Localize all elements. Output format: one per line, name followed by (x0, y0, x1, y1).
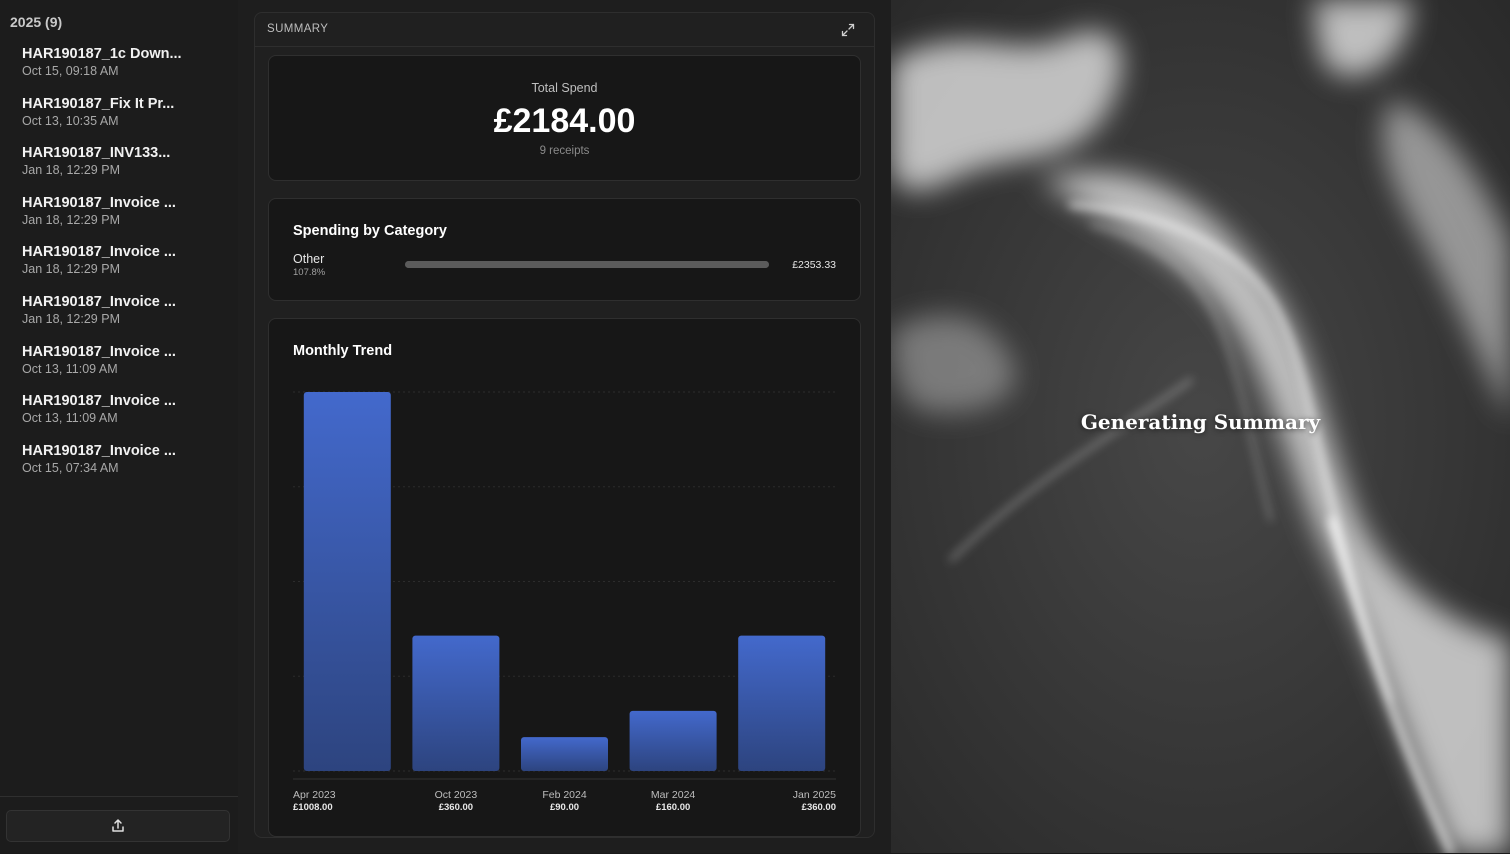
receipt-date: Oct 13, 11:09 AM (22, 361, 118, 376)
receipt-count: 9 receipts (539, 145, 590, 157)
bar-value-label: £90.00 (550, 802, 579, 813)
total-spend-value: £2184.00 (493, 102, 636, 140)
generating-panel: Generating Summary (891, 0, 1510, 853)
category-percent: 107.8% (293, 267, 326, 278)
receipt-name: HAR190187_Invoice ... (22, 393, 176, 410)
receipt-date: Jan 18, 12:29 PM (22, 311, 120, 326)
upload-icon (112, 819, 124, 832)
x-tick-label: Oct 2023 (435, 789, 478, 801)
total-spend-card: Total Spend £2184.00 9 receipts (268, 55, 861, 181)
receipt-name: HAR190187_Invoice ... (22, 442, 176, 459)
receipt-list: HAR190187_1c Down... Oct 15, 09:18 AM HAR1… (22, 45, 232, 491)
total-spend-label: Total Spend (531, 81, 598, 95)
receipt-list-item[interactable]: HAR190187_1c Down... Oct 15, 09:18 AM (22, 45, 232, 95)
expand-icon[interactable] (840, 22, 856, 38)
upload-button[interactable] (6, 810, 230, 842)
receipt-list-item[interactable]: HAR190187_Invoice ... Oct 13, 11:09 AM (22, 343, 232, 393)
receipt-name: HAR190187_Invoice ... (22, 244, 176, 261)
x-tick-label: Mar 2024 (651, 789, 696, 801)
category-amount: £2353.33 (792, 259, 836, 271)
sidebar-footer (0, 796, 238, 854)
x-tick-label: Feb 2024 (542, 789, 587, 801)
spending-by-category-card: Spending by Category Other 107.8% £2353.… (268, 198, 861, 301)
receipt-date: Oct 15, 09:18 AM (22, 64, 119, 78)
receipt-list-item[interactable]: HAR190187_Invoice ... Jan 18, 12:29 PM (22, 243, 232, 293)
receipt-date: Oct 13, 10:35 AM (22, 113, 119, 128)
receipt-name: HAR190187_Fix It Pr... (22, 95, 175, 112)
monthly-trend-chart: Apr 2023£1008.00Oct 2023£360.00Feb 2024£… (293, 391, 836, 813)
category-bar-track (405, 261, 769, 268)
category-name: Other (293, 252, 325, 266)
summary-header: SUMMARY (255, 13, 874, 47)
year-group-header[interactable]: 2025 (9) (10, 14, 62, 30)
receipt-list-item[interactable]: HAR190187_Fix It Pr... Oct 13, 10:35 AM (22, 95, 232, 145)
receipt-date: Oct 15, 07:34 AM (22, 460, 119, 475)
receipt-list-item[interactable]: HAR190187_Invoice ... Oct 15, 07:34 AM (22, 442, 232, 492)
summary-panel: SUMMARY Total Spend £2184.00 9 receipts … (254, 12, 875, 838)
bar-value-label: £360.00 (439, 802, 473, 813)
receipt-name: HAR190187_Invoice ... (22, 194, 176, 211)
receipt-name: HAR190187_Invoice ... (22, 293, 176, 310)
receipt-list-item[interactable]: HAR190187_Invoice ... Oct 13, 11:09 AM (22, 392, 232, 442)
trend-bar[interactable] (412, 635, 500, 771)
bar-value-label: £360.00 (802, 802, 836, 813)
receipt-name: HAR190187_Invoice ... (22, 343, 176, 360)
monthly-trend-card: Monthly Trend Apr 2023 £1008.00 Oct 2023 £3… (268, 318, 861, 837)
trend-bar[interactable] (629, 710, 717, 771)
x-tick-label: Apr 2023 (293, 789, 336, 801)
receipt-name: HAR190187_INV133... (22, 145, 171, 162)
receipt-date: Jan 18, 12:29 PM (22, 212, 120, 227)
x-tick-label: Jan 2025 (793, 789, 836, 801)
receipt-date: Oct 13, 11:09 AM (22, 411, 118, 426)
receipt-list-item[interactable]: HAR190187_Invoice ... Jan 18, 12:29 PM (22, 194, 232, 244)
receipt-date: Jan 18, 12:29 PM (22, 262, 120, 277)
sidebar: 2025 (9) HAR190187_1c Down... Oct 15, 09:… (0, 0, 238, 853)
trend-bar[interactable] (521, 737, 608, 771)
summary-title: SUMMARY (267, 23, 329, 35)
receipt-list-item[interactable]: HAR190187_INV133... Jan 18, 12:29 PM (22, 144, 232, 194)
trend-bar[interactable] (303, 392, 391, 771)
category-card-title: Spending by Category (293, 223, 447, 239)
category-bar-fill (405, 261, 769, 268)
trend-bar[interactable] (738, 635, 826, 771)
bar-value-label: £1008.00 (293, 802, 333, 813)
generating-status: Generating Summary (1080, 410, 1321, 434)
receipt-date: Jan 18, 12:29 PM (22, 163, 120, 178)
bar-value-label: £160.00 (656, 802, 690, 813)
receipt-list-item[interactable]: HAR190187_Invoice ... Jan 18, 12:29 PM (22, 293, 232, 343)
receipt-name: HAR190187_1c Down... (22, 46, 182, 62)
